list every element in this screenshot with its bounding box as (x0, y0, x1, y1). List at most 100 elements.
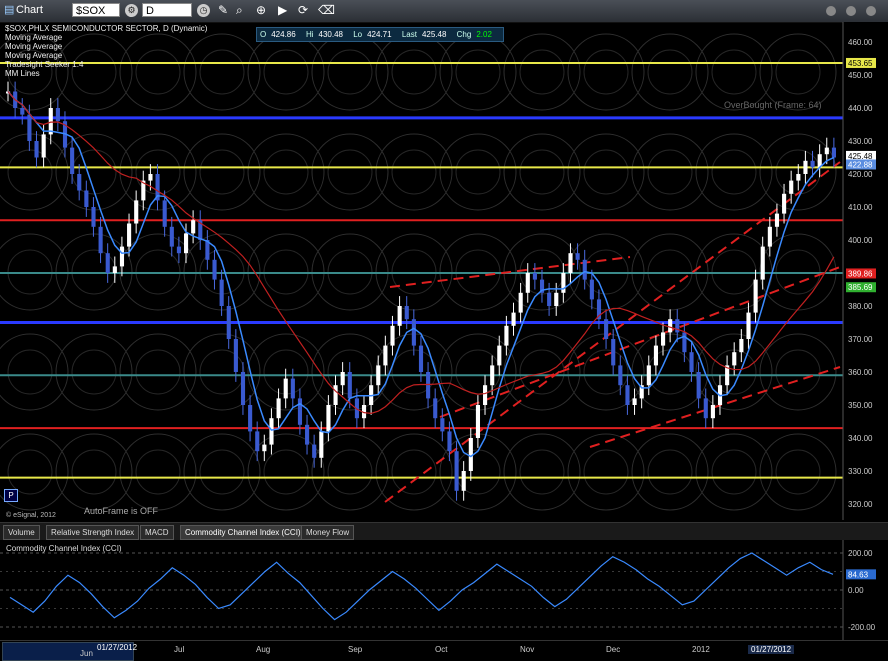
maximize-button[interactable] (846, 6, 856, 16)
candle-body (668, 319, 673, 333)
price-tag-label: 389.86 (848, 269, 873, 278)
candle-body (824, 147, 829, 155)
cci-value-label: 84.63 (848, 570, 869, 579)
tab-macd[interactable]: MACD (140, 525, 174, 540)
tab-rsi[interactable]: Relative Strength Index (46, 525, 140, 540)
candle-body (98, 226, 103, 254)
candle-body (582, 259, 587, 280)
grid-circle (503, 333, 581, 411)
cci-chart[interactable]: 200.00 0.00 -200.00 84.63 (0, 540, 888, 640)
close-button[interactable] (866, 6, 876, 16)
play-icon[interactable]: ▶ (278, 3, 287, 18)
grid-circle (263, 149, 309, 195)
grid-circle (7, 349, 53, 395)
candle-body (490, 365, 495, 386)
grid-circle (503, 433, 581, 511)
high-label: Hi (305, 30, 314, 39)
candle-body (554, 292, 559, 306)
eraser-icon[interactable]: ⌫ (318, 3, 335, 18)
y-tick-label: 360.00 (848, 368, 873, 377)
last-value: 425.48 (421, 30, 447, 39)
grid-circle (759, 433, 837, 511)
candle-body (27, 114, 32, 141)
candle-body (20, 108, 25, 115)
grid-circle (439, 133, 517, 211)
grid-circle (759, 33, 837, 111)
candle-body (240, 372, 246, 405)
candle-body (454, 451, 459, 491)
candle-body (84, 190, 89, 207)
candle-body (347, 372, 352, 399)
candle-body (661, 332, 666, 346)
y-tick-label: 410.00 (848, 203, 873, 212)
grid-circle (327, 49, 373, 95)
candle-body (483, 385, 488, 405)
grid-circle (247, 33, 325, 111)
candle-body (682, 332, 687, 353)
candle-body (547, 292, 552, 306)
overbought-label: OverBought (Frame: 64) (724, 100, 822, 110)
candle-body (390, 325, 395, 346)
copyright-label: © eSignal, 2012 (6, 512, 56, 519)
candle-body (212, 259, 217, 280)
candle-body (70, 147, 75, 174)
p-button[interactable]: P (4, 489, 18, 502)
chg-label: Chg (456, 30, 472, 39)
candle-body (397, 306, 402, 326)
grid-circle (263, 49, 309, 95)
grid-circle (119, 333, 197, 411)
minimize-button[interactable] (826, 6, 836, 16)
grid-circle (311, 33, 389, 111)
tab-volume[interactable]: Volume (3, 525, 40, 540)
x-label-sep: Sep (348, 645, 363, 654)
symbol-gear-icon[interactable]: ⚙ (125, 4, 138, 17)
grid-circle (631, 133, 709, 211)
x-date-right: 01/27/2012 (748, 645, 795, 654)
interval-clock-icon[interactable]: ◷ (197, 4, 210, 17)
grid-circle (375, 133, 453, 211)
grid-circle (455, 149, 501, 195)
grid-circle (135, 349, 181, 395)
time-axis: Jun 01/27/2012 Jul Aug Sep Oct Nov Dec 2… (0, 640, 888, 661)
interval-input[interactable]: D (142, 3, 192, 17)
study-list: $SOX,PHLX SEMICONDUCTOR SECTOR, D (Dynam… (5, 24, 207, 78)
tab-money-flow[interactable]: Money Flow (301, 525, 355, 540)
candle-body (176, 246, 181, 254)
y-tick-label: 320.00 (848, 500, 873, 509)
grid-circle (391, 49, 437, 95)
candle-body (696, 372, 701, 399)
candle-body (255, 431, 260, 452)
y-tick-label: 460.00 (848, 38, 873, 47)
candle-body (340, 372, 345, 386)
open-value: 424.86 (271, 30, 296, 39)
link-icon[interactable]: ⌕ (236, 3, 243, 18)
grid-circle (199, 149, 245, 195)
draw-pencil-icon[interactable]: ✎ (218, 3, 228, 18)
candle-body (689, 352, 694, 372)
grid-circle (311, 433, 389, 511)
symbol-input[interactable]: $SOX (72, 3, 120, 17)
grid-circle (135, 449, 181, 495)
autoframe-label: AutoFrame is OFF (84, 506, 159, 516)
grid-circle (519, 149, 565, 195)
grid-circle (55, 133, 133, 211)
refresh-icon[interactable]: ⟳ (298, 3, 308, 18)
y-tick-label: 340.00 (848, 434, 873, 443)
x-label-dec: Dec (606, 645, 621, 654)
grid-circle (439, 33, 517, 111)
price-chart[interactable]: 320.00 330.00 340.00 350.00 360.00 370.00 380.… (0, 22, 888, 520)
grid-circle (119, 433, 197, 511)
tab-cci[interactable]: Commodity Channel Index (CCI) (180, 525, 306, 540)
grid-circle (583, 49, 629, 95)
candle-body (532, 273, 537, 280)
zoom-icon[interactable]: ⊕ (256, 3, 266, 18)
candle-body (767, 226, 772, 247)
grid-circle (0, 133, 69, 211)
grid-circle (247, 133, 325, 211)
y-tick-label: 440.00 (848, 104, 873, 113)
candle-body (518, 292, 523, 313)
grid-circle (199, 449, 245, 495)
candle-body (789, 180, 794, 194)
grid-circle (695, 33, 773, 111)
candle-body (219, 279, 224, 306)
